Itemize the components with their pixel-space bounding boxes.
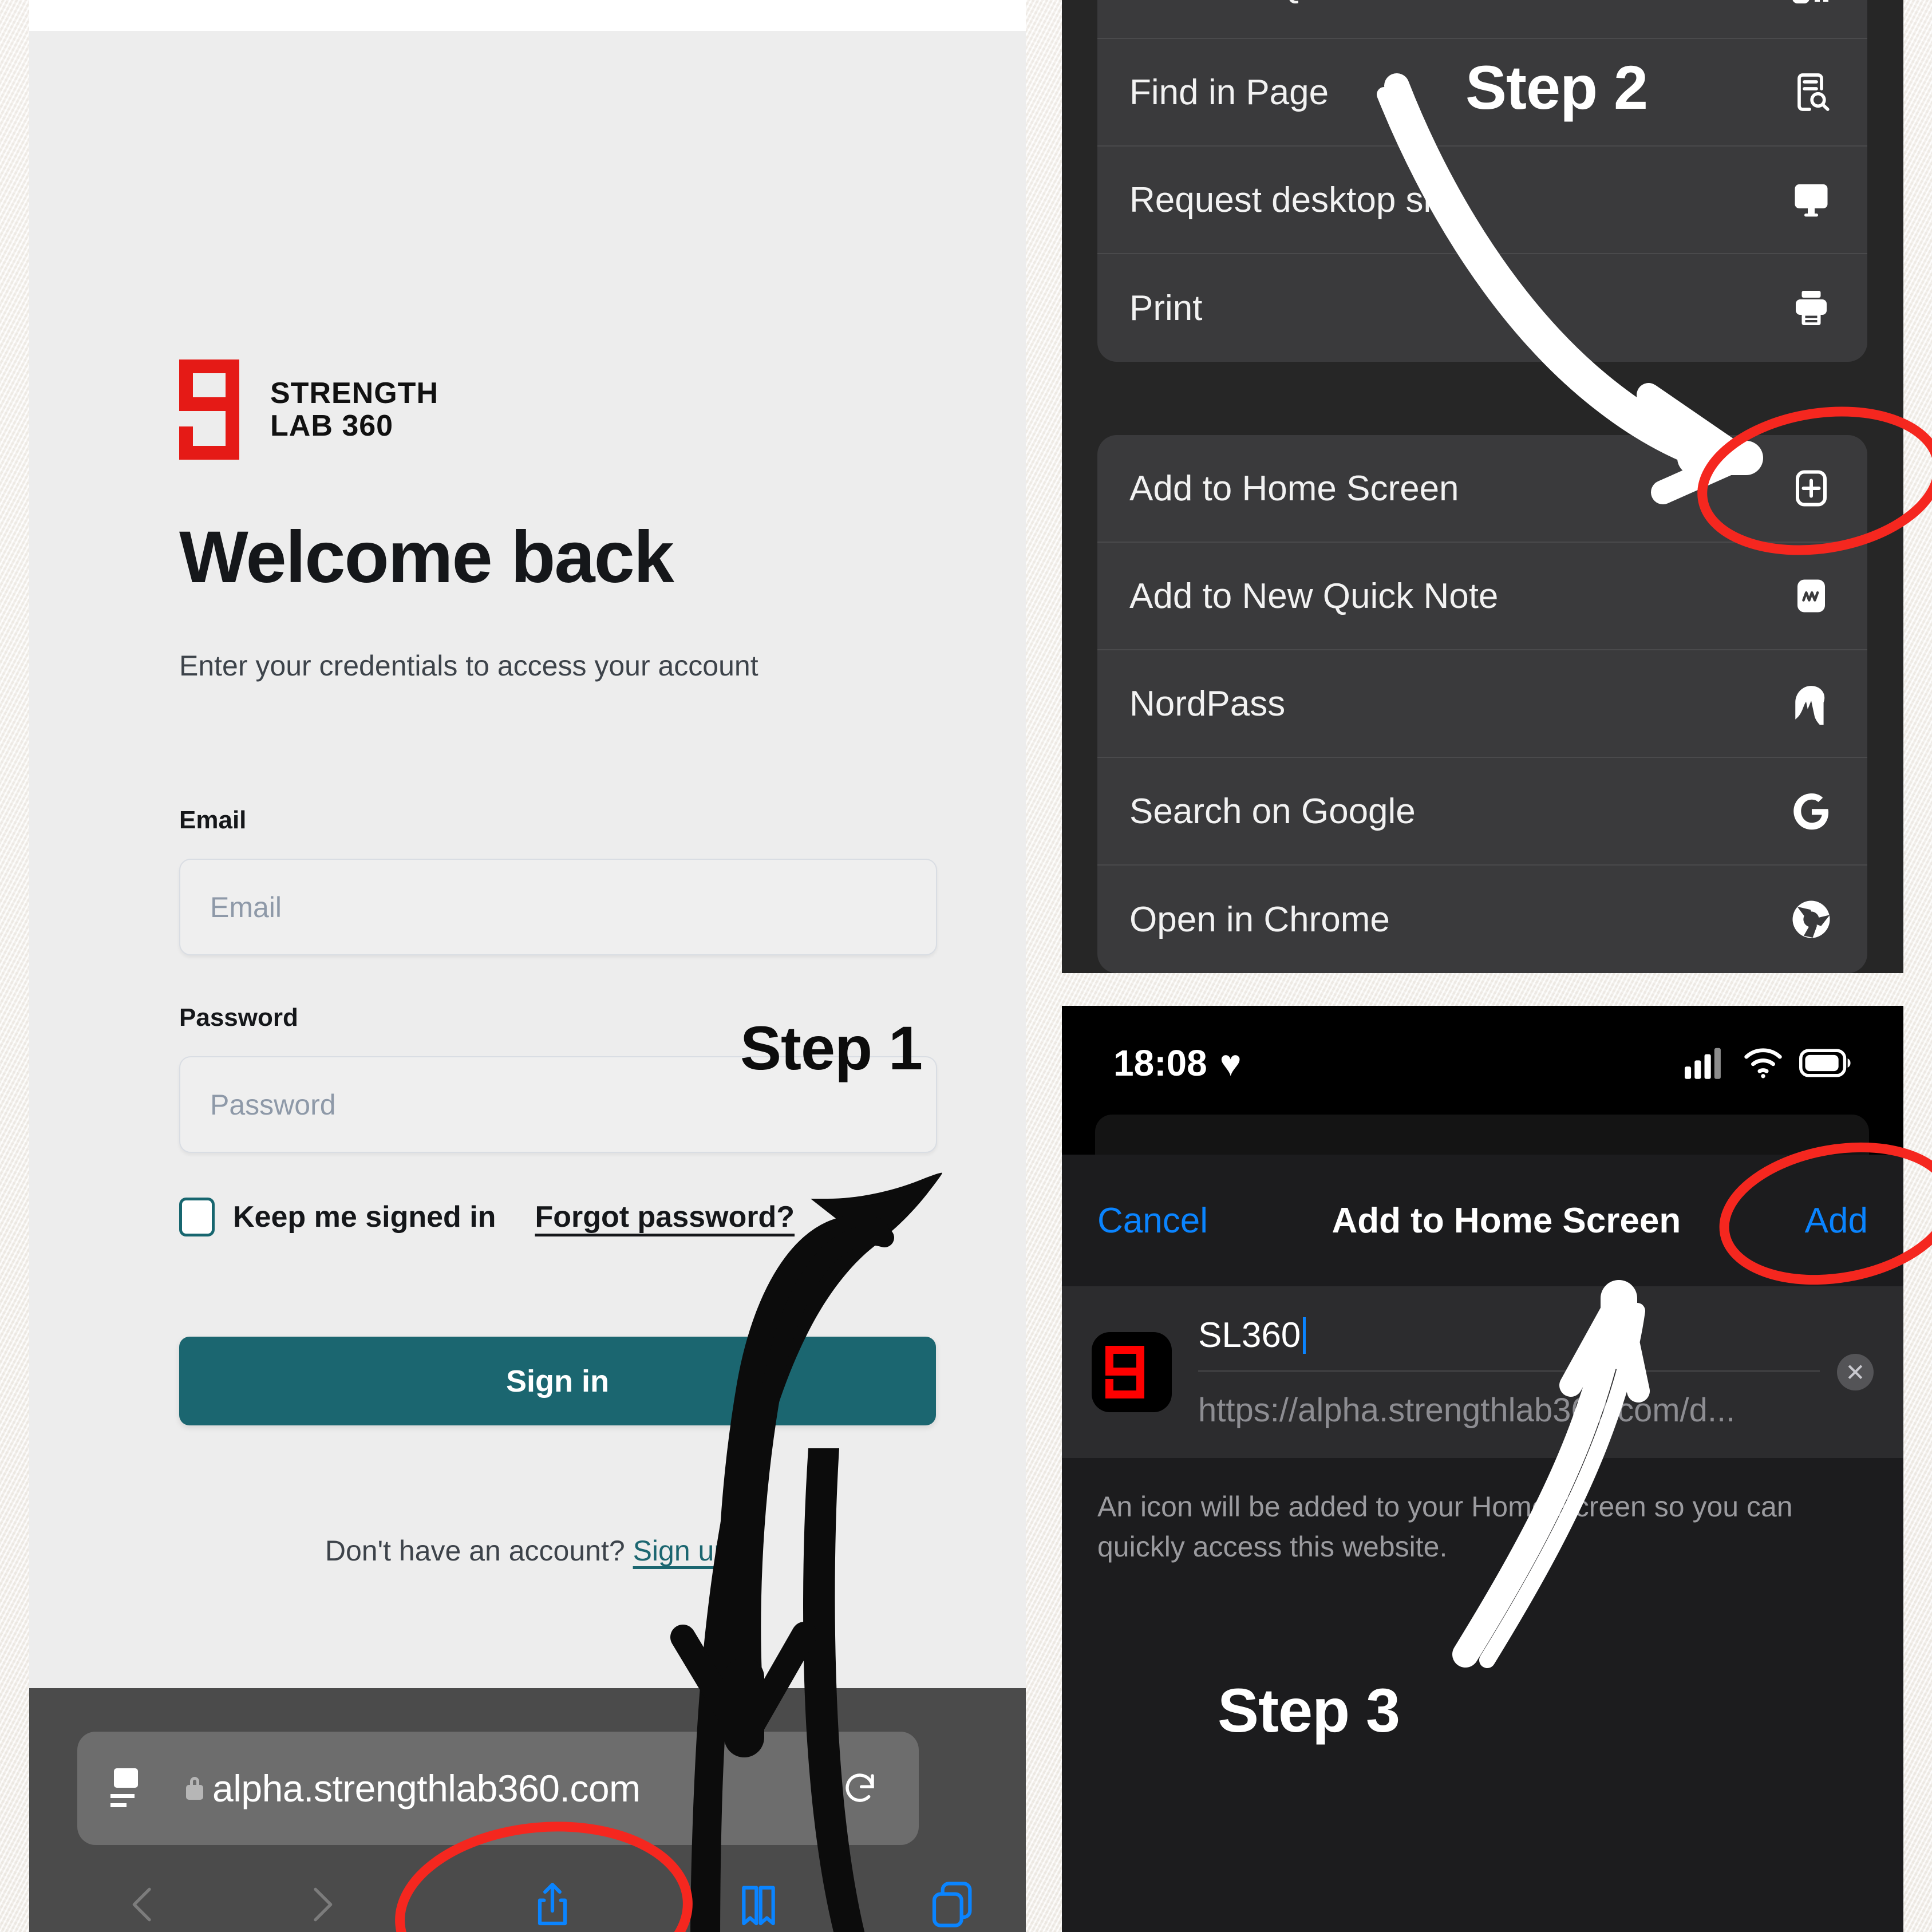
share-icon[interactable]	[527, 1877, 578, 1932]
battery-icon	[1799, 1049, 1851, 1077]
email-input[interactable]: Email	[179, 859, 937, 955]
login-screenshot-panel: STRENGTH LAB 360 Welcome back Enter your…	[29, 0, 1026, 1932]
password-label: Password	[179, 1003, 298, 1032]
remember-row: Keep me signed in Forgot password?	[179, 1198, 795, 1236]
signup-prompt: Don't have an account?	[325, 1535, 625, 1567]
brand-line-1: STRENGTH	[270, 377, 438, 410]
safari-toolbar	[29, 1877, 1026, 1932]
menu-item-label: Create a QR code	[1129, 0, 1416, 5]
sign-up-link[interactable]: Sign up	[633, 1535, 730, 1567]
menu-item-request-desktop-site[interactable]: Request desktop site	[1097, 147, 1867, 254]
clear-field-icon[interactable]: ✕	[1837, 1354, 1874, 1390]
text-caret	[1303, 1317, 1306, 1354]
sign-in-button[interactable]: Sign in	[179, 1337, 936, 1425]
sheet-navigation-bar: Cancel Add to Home Screen Add	[1062, 1155, 1903, 1286]
app-icon-preview	[1092, 1332, 1172, 1412]
shortcut-url-value: https://alpha.strengthlab360.com/d...	[1198, 1392, 1736, 1429]
find-in-page-icon	[1787, 68, 1835, 116]
url-text: alpha.strengthlab360.com	[212, 1767, 641, 1809]
printer-icon	[1787, 284, 1835, 332]
menu-item-create-qr-code[interactable]: Create a QR code	[1097, 0, 1867, 39]
keep-signed-in-label: Keep me signed in	[233, 1200, 496, 1234]
menu-item-nordpass[interactable]: NordPass	[1097, 650, 1867, 758]
fields-column: SL360 https://alpha.strengthlab360.com/d…	[1198, 1315, 1820, 1429]
heart-icon: ♥	[1219, 1042, 1242, 1084]
address-bar[interactable]: alpha.strengthlab360.com	[77, 1732, 919, 1845]
password-placeholder: Password	[210, 1088, 336, 1121]
menu-item-search-on-google[interactable]: Search on Google	[1097, 758, 1867, 866]
share-menu-group-two: Add to Home Screen Add to New Quick Note…	[1097, 435, 1867, 973]
sheet-title: Add to Home Screen	[1332, 1200, 1681, 1240]
signup-row: Don't have an account? Sign up	[29, 1534, 1026, 1567]
add-button[interactable]: Add	[1805, 1200, 1868, 1241]
chrome-icon	[1787, 895, 1835, 943]
forgot-password-link[interactable]: Forgot password?	[535, 1200, 795, 1234]
menu-item-label: Open in Chrome	[1129, 899, 1390, 939]
ios-status-bar: 18:08 ♥	[1062, 1006, 1903, 1120]
sheet-note: An icon will be added to your Home Scree…	[1097, 1491, 1793, 1563]
sign-in-label: Sign in	[506, 1364, 609, 1398]
menu-item-add-to-home-screen[interactable]: Add to Home Screen	[1097, 435, 1867, 543]
back-chevron-icon[interactable]	[121, 1877, 167, 1932]
desktop-icon	[1787, 176, 1835, 224]
tabs-icon[interactable]	[928, 1877, 978, 1932]
brand-wordmark: STRENGTH LAB 360	[270, 377, 438, 441]
menu-item-label: NordPass	[1129, 683, 1286, 724]
page-subtitle: Enter your credentials to access your ac…	[179, 650, 758, 682]
a2hs-sheet: Cancel Add to Home Screen Add SL360 http…	[1062, 1155, 1903, 1932]
field-divider	[1198, 1370, 1820, 1372]
menu-item-label: Find in Page	[1129, 72, 1329, 112]
google-icon	[1787, 787, 1835, 835]
sheet-fields: SL360 https://alpha.strengthlab360.com/d…	[1062, 1286, 1903, 1458]
email-label: Email	[179, 806, 247, 834]
wifi-icon	[1744, 1048, 1782, 1078]
cancel-button[interactable]: Cancel	[1097, 1200, 1208, 1241]
status-time: 18:08	[1113, 1042, 1207, 1084]
brand-line-2: LAB 360	[270, 409, 394, 442]
menu-item-add-to-new-quick-note[interactable]: Add to New Quick Note	[1097, 543, 1867, 650]
bookmarks-icon[interactable]	[733, 1877, 784, 1932]
reload-icon[interactable]	[841, 1769, 879, 1807]
quick-note-icon	[1787, 572, 1835, 620]
menu-item-label: Add to New Quick Note	[1129, 576, 1499, 616]
step-3-label: Step 3	[1218, 1676, 1400, 1745]
email-placeholder: Email	[210, 891, 282, 923]
safari-browser-bar: alpha.strengthlab360.com	[29, 1688, 1026, 1932]
page-title: Welcome back	[179, 516, 674, 598]
menu-item-label: Search on Google	[1129, 791, 1416, 831]
lock-icon	[186, 1777, 203, 1800]
cellular-signal-icon	[1685, 1048, 1721, 1079]
menu-item-open-in-chrome[interactable]: Open in Chrome	[1097, 866, 1867, 973]
menu-item-label: Add to Home Screen	[1129, 468, 1459, 508]
status-bar-right	[1685, 1046, 1852, 1080]
menu-item-label: Print	[1129, 288, 1203, 328]
shortcut-name-value: SL360	[1198, 1315, 1301, 1355]
nordpass-icon	[1787, 679, 1835, 728]
browser-top-strip	[29, 0, 1026, 31]
status-bar-left: 18:08 ♥	[1113, 1042, 1242, 1084]
qr-code-icon	[1787, 0, 1835, 9]
page-settings-icon[interactable]	[110, 1768, 144, 1808]
shortcut-name-input[interactable]: SL360	[1198, 1315, 1820, 1356]
share-sheet-panel: Create a QR code Find in Page Request de…	[1062, 0, 1903, 973]
keep-signed-in-checkbox[interactable]	[179, 1198, 215, 1236]
step-1-label: Step 1	[740, 1013, 923, 1082]
menu-item-label: Request desktop site	[1129, 180, 1461, 220]
add-to-home-screen-panel: 18:08 ♥ Cancel Add to Home Screen Add SL…	[1062, 1006, 1903, 1932]
add-to-home-screen-icon	[1787, 464, 1835, 512]
menu-item-print[interactable]: Print	[1097, 254, 1867, 362]
brand-logo: STRENGTH LAB 360	[179, 359, 438, 460]
strength-lab-logo-icon	[179, 359, 239, 460]
step-2-label: Step 2	[1465, 53, 1648, 122]
forward-chevron-icon[interactable]	[298, 1877, 344, 1932]
